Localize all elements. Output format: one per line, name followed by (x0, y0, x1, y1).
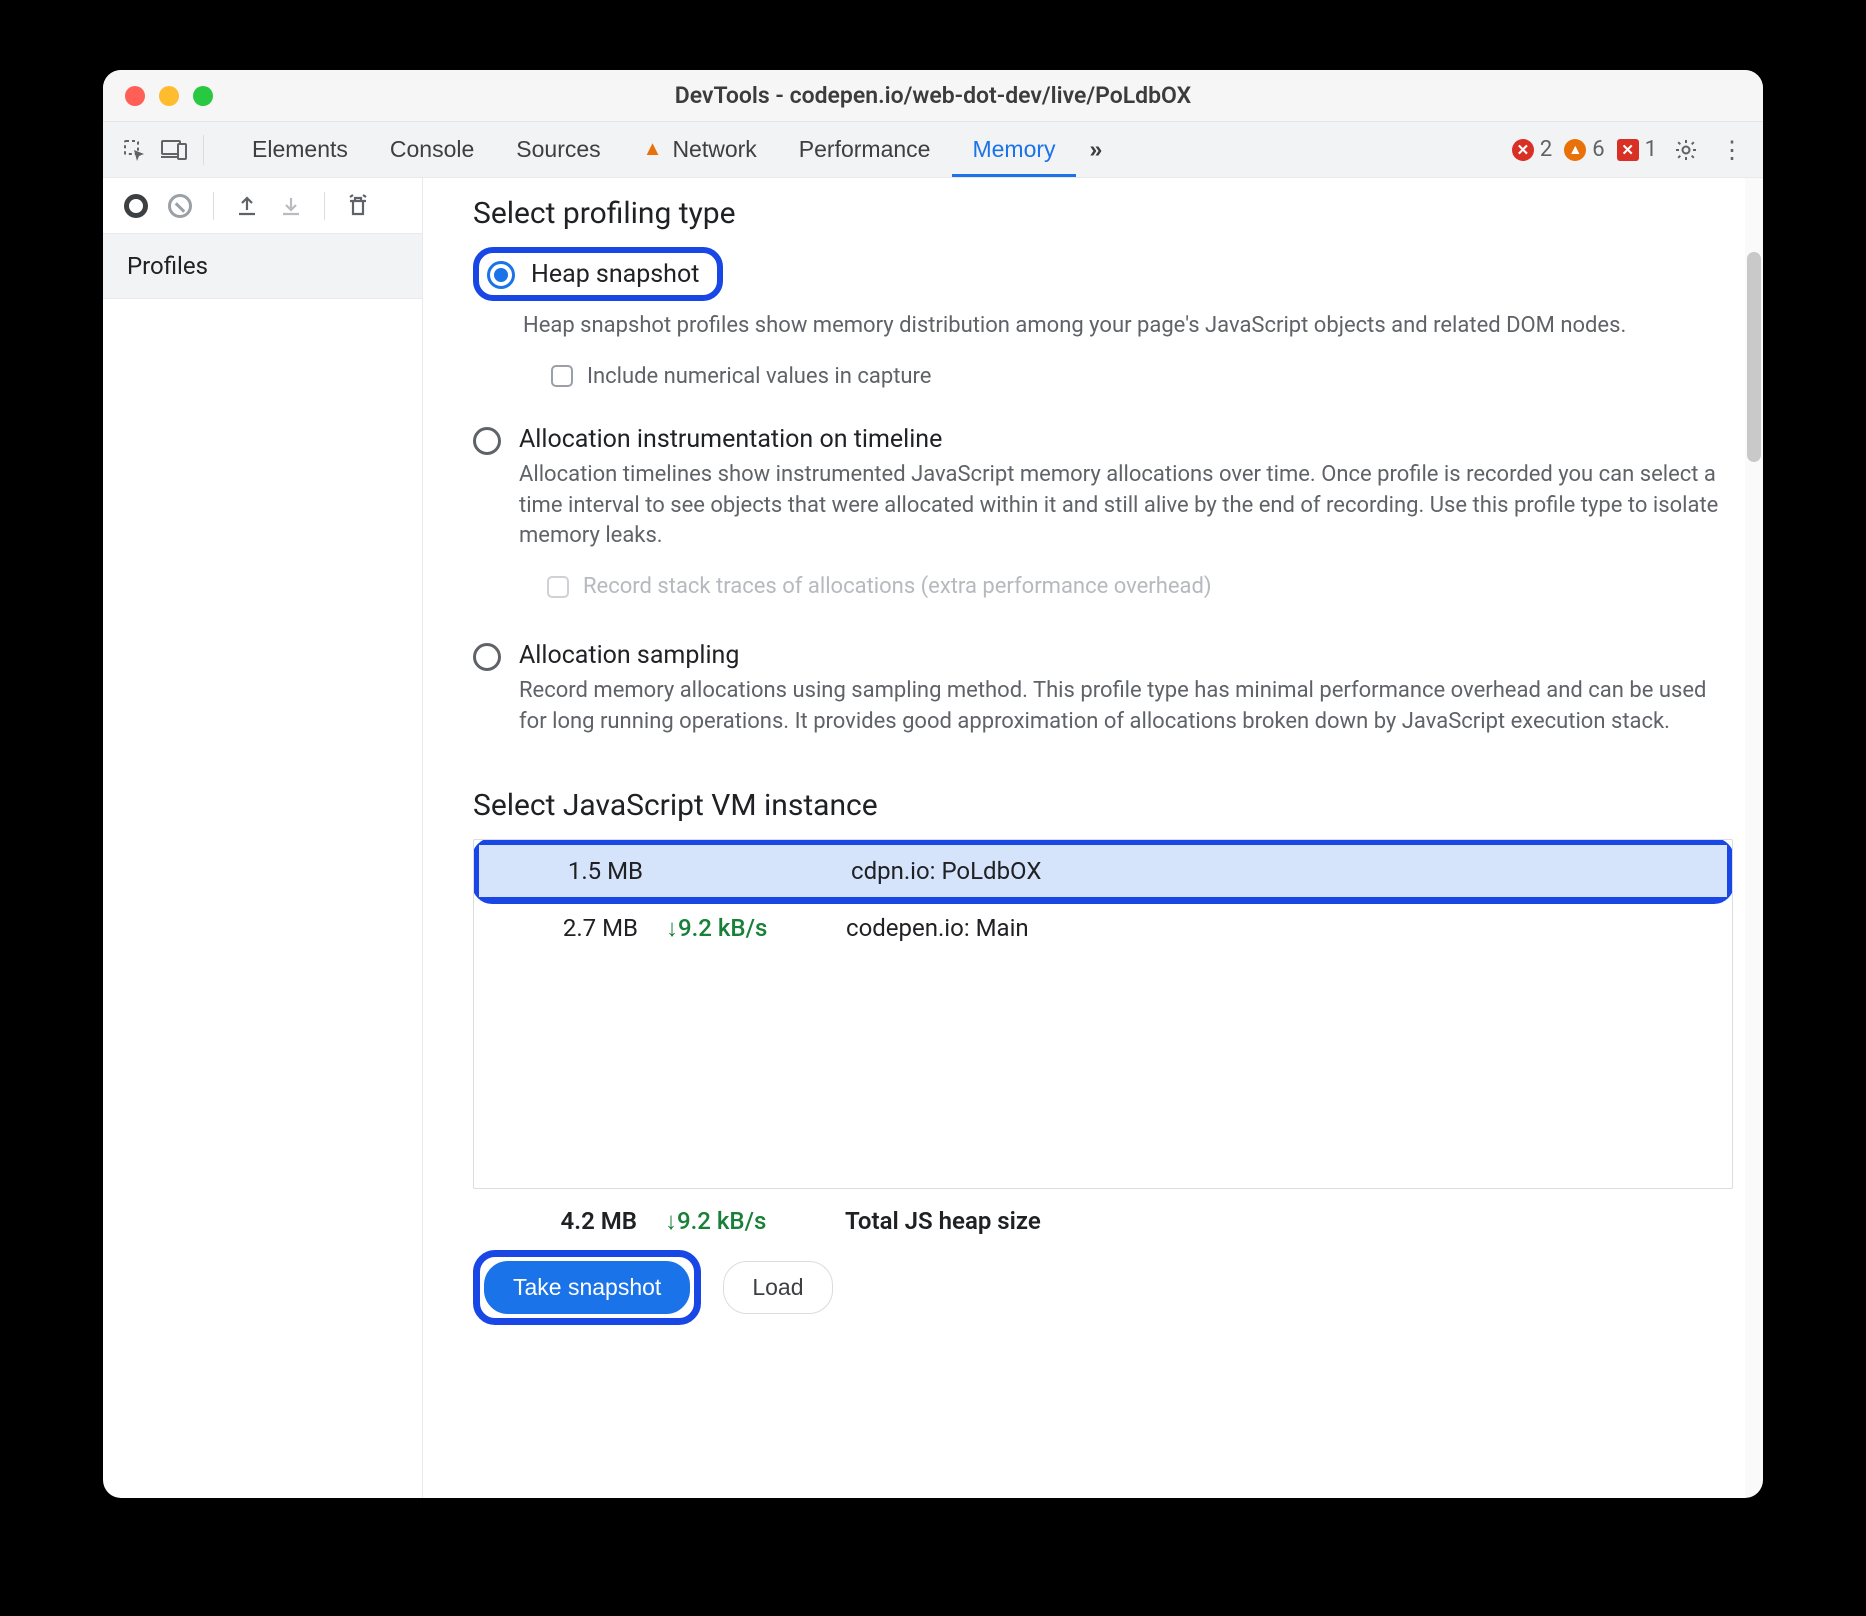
warning-icon: ▲ (643, 138, 663, 161)
tab-elements[interactable]: Elements (232, 122, 368, 177)
panel-tab-bar: Elements Console Sources ▲ Network Perfo… (103, 122, 1763, 178)
devtools-window: DevTools - codepen.io/web-dot-dev/live/P… (103, 70, 1763, 1498)
radio-allocation-timeline[interactable] (473, 427, 501, 455)
window-close-button[interactable] (125, 86, 145, 106)
vm-name: cdpn.io: PoLdbOX (851, 857, 1705, 885)
tab-performance[interactable]: Performance (779, 122, 951, 177)
tab-label: Network (672, 136, 756, 163)
vm-row[interactable]: 1.5 MB cdpn.io: PoLdbOX (479, 845, 1727, 897)
error-count: 2 (1540, 137, 1552, 162)
checkbox-label: Include numerical values in capture (587, 364, 931, 389)
tab-memory[interactable]: Memory (952, 122, 1075, 177)
option-description: Record memory allocations using sampling… (519, 676, 1733, 738)
tab-sources[interactable]: Sources (496, 122, 620, 177)
tab-label: Memory (972, 136, 1055, 163)
option-title: Heap snapshot (531, 260, 699, 289)
warning-count: 6 (1592, 137, 1604, 162)
issues-count: 1 (1645, 137, 1657, 162)
settings-icon[interactable] (1669, 133, 1703, 167)
take-snapshot-button[interactable]: Take snapshot (484, 1261, 690, 1314)
profiles-sidebar: Profiles (103, 178, 423, 1498)
total-size: 4.2 MB (495, 1207, 655, 1236)
error-icon: ✕ (1512, 139, 1534, 161)
tab-label: Sources (516, 136, 600, 163)
vm-instance-table: 1.5 MB cdpn.io: PoLdbOX 2.7 MB ↓9.2 kB/s… (473, 839, 1733, 1189)
tab-network[interactable]: ▲ Network (623, 122, 777, 177)
option-heap-snapshot[interactable]: Heap snapshot (473, 247, 1733, 301)
highlight-ring: Heap snapshot (473, 247, 723, 301)
vm-row[interactable]: 2.7 MB ↓9.2 kB/s codepen.io: Main (474, 902, 1732, 955)
issues-badge[interactable]: ✕ 1 (1617, 137, 1657, 162)
vm-size: 1.5 MB (501, 857, 661, 885)
separator (203, 135, 204, 165)
option-description: Allocation timelines show instrumented J… (519, 460, 1733, 552)
scrollbar-track[interactable] (1745, 178, 1763, 1498)
window-zoom-button[interactable] (193, 86, 213, 106)
highlight-ring: 1.5 MB cdpn.io: PoLdbOX (473, 839, 1733, 904)
option-allocation-timeline[interactable]: Allocation instrumentation on timeline A… (473, 425, 1733, 599)
warnings-badge[interactable]: ▲ 6 (1564, 137, 1604, 162)
highlight-ring: Take snapshot (473, 1250, 701, 1325)
issues-icon: ✕ (1617, 139, 1639, 161)
panel-tabs: Elements Console Sources ▲ Network Perfo… (232, 122, 1114, 177)
checkbox-label: Record stack traces of allocations (extr… (583, 574, 1212, 599)
device-toolbar-icon[interactable] (157, 133, 191, 167)
window-minimize-button[interactable] (159, 86, 179, 106)
checkbox-icon (551, 365, 573, 387)
tab-label: Performance (799, 136, 931, 163)
traffic-lights (103, 86, 213, 106)
window-titlebar: DevTools - codepen.io/web-dot-dev/live/P… (103, 70, 1763, 122)
memory-panel-main: Select profiling type Heap snapshot Heap… (423, 178, 1763, 1498)
heading-profiling-type: Select profiling type (473, 196, 1733, 231)
tab-label: Console (390, 136, 474, 163)
option-title: Allocation instrumentation on timeline (519, 425, 1733, 454)
checkbox-include-numerical[interactable]: Include numerical values in capture (551, 364, 1733, 389)
radio-allocation-sampling[interactable] (473, 643, 501, 671)
heading-vm-instance: Select JavaScript VM instance (473, 788, 1733, 823)
sidebar-item-profiles[interactable]: Profiles (103, 234, 422, 299)
more-tabs-button[interactable]: » (1078, 122, 1115, 177)
scrollbar-thumb[interactable] (1747, 252, 1761, 462)
checkbox-icon (547, 576, 569, 598)
button-label: Load (752, 1274, 803, 1300)
option-allocation-sampling[interactable]: Allocation sampling Record memory alloca… (473, 641, 1733, 738)
button-label: Take snapshot (513, 1274, 661, 1300)
option-title: Allocation sampling (519, 641, 1733, 670)
vm-name: codepen.io: Main (846, 914, 1710, 942)
vm-size: 2.7 MB (496, 914, 656, 942)
option-description: Heap snapshot profiles show memory distr… (523, 311, 1733, 342)
total-rate: ↓9.2 kB/s (665, 1207, 835, 1236)
sidebar-item-label: Profiles (127, 252, 208, 280)
warning-icon: ▲ (1564, 139, 1586, 161)
radio-heap-snapshot[interactable] (487, 261, 515, 289)
inspect-element-icon[interactable] (117, 133, 151, 167)
total-label: Total JS heap size (845, 1207, 1711, 1236)
arrow-down-icon: ↓ (665, 1207, 677, 1235)
status-bar: ✕ 2 ▲ 6 ✕ 1 ⋮ (1512, 133, 1749, 167)
errors-badge[interactable]: ✕ 2 (1512, 137, 1552, 162)
action-buttons: Take snapshot Load (473, 1250, 1733, 1325)
arrow-down-icon: ↓ (666, 914, 678, 942)
tab-console[interactable]: Console (370, 122, 494, 177)
more-options-icon[interactable]: ⋮ (1715, 133, 1749, 167)
vm-totals-row: 4.2 MB ↓9.2 kB/s Total JS heap size (473, 1189, 1733, 1244)
vm-rate: ↓9.2 kB/s (666, 914, 836, 943)
checkbox-record-stack-traces: Record stack traces of allocations (extr… (547, 574, 1733, 599)
tab-label: Elements (252, 136, 348, 163)
load-button[interactable]: Load (723, 1261, 832, 1314)
window-title: DevTools - codepen.io/web-dot-dev/live/P… (103, 82, 1763, 109)
